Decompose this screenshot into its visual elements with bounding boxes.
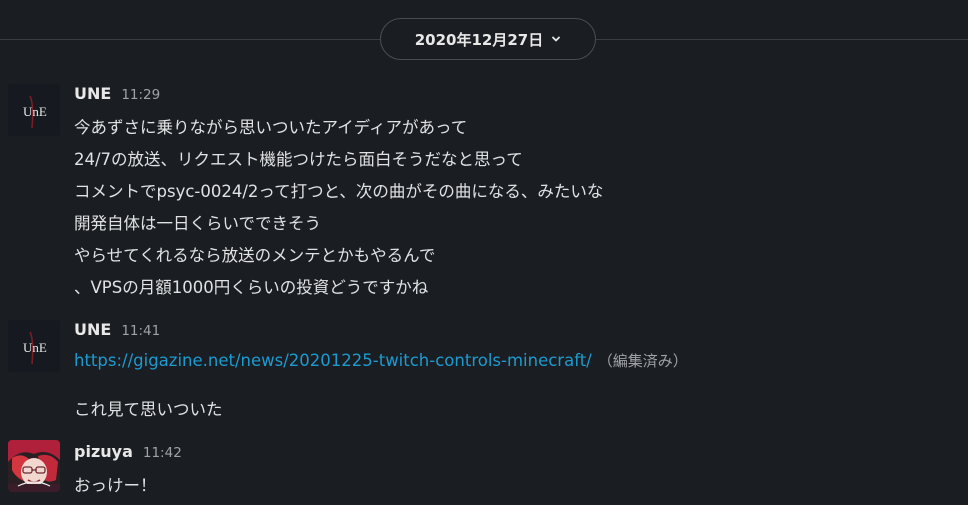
username[interactable]: pizuya xyxy=(74,442,133,461)
date-label: 2020年12月27日 xyxy=(414,30,544,49)
message-line: コメントでpsyc-0024/2って打つと、次の曲がその曲になる、みたいな xyxy=(74,182,604,201)
message-link[interactable]: https://gigazine.net/news/20201225-twitc… xyxy=(74,351,592,370)
avatar[interactable]: UnE xyxy=(8,320,60,372)
timestamp[interactable]: 11:41 xyxy=(121,323,160,339)
chevron-down-icon xyxy=(551,34,561,44)
une-logo-icon: UnE xyxy=(8,84,60,136)
message-line: やらせてくれるなら放送のメンテとかもやるんで xyxy=(74,246,436,265)
timestamp[interactable]: 11:29 xyxy=(121,87,160,103)
message-line: 開発自体は一日くらいでできそう xyxy=(74,214,322,233)
message-line: おっけー！ xyxy=(74,476,157,495)
date-divider-button[interactable]: 2020年12月27日 xyxy=(380,18,596,60)
timestamp[interactable]: 11:42 xyxy=(143,445,182,461)
une-logo-icon: UnE xyxy=(8,320,60,372)
message-line: 、VPSの月額1000円くらいの投資どうですかね xyxy=(74,278,429,297)
message-line: これ見て思いついた xyxy=(74,400,223,419)
message-line: 今あずさに乗りながら思いついたアイディアがあって xyxy=(74,118,468,137)
avatar[interactable]: UnE xyxy=(8,84,60,136)
pizuya-avatar-icon xyxy=(8,440,60,492)
message-line: https://gigazine.net/news/20201225-twitc… xyxy=(74,350,688,371)
svg-text:UnE: UnE xyxy=(23,340,47,355)
message-line: 24/7の放送、リクエスト機能つけたら面白そうだなと思って xyxy=(74,150,523,169)
avatar[interactable] xyxy=(8,440,60,492)
svg-text:UnE: UnE xyxy=(23,104,47,119)
username[interactable]: UNE xyxy=(74,84,111,103)
username[interactable]: UNE xyxy=(74,320,111,339)
edited-label: （編集済み） xyxy=(597,352,688,370)
chat-pane: 2020年12月27日 UnE UNE 11:29 今あずさに乗りながら思いつい… xyxy=(0,0,968,505)
